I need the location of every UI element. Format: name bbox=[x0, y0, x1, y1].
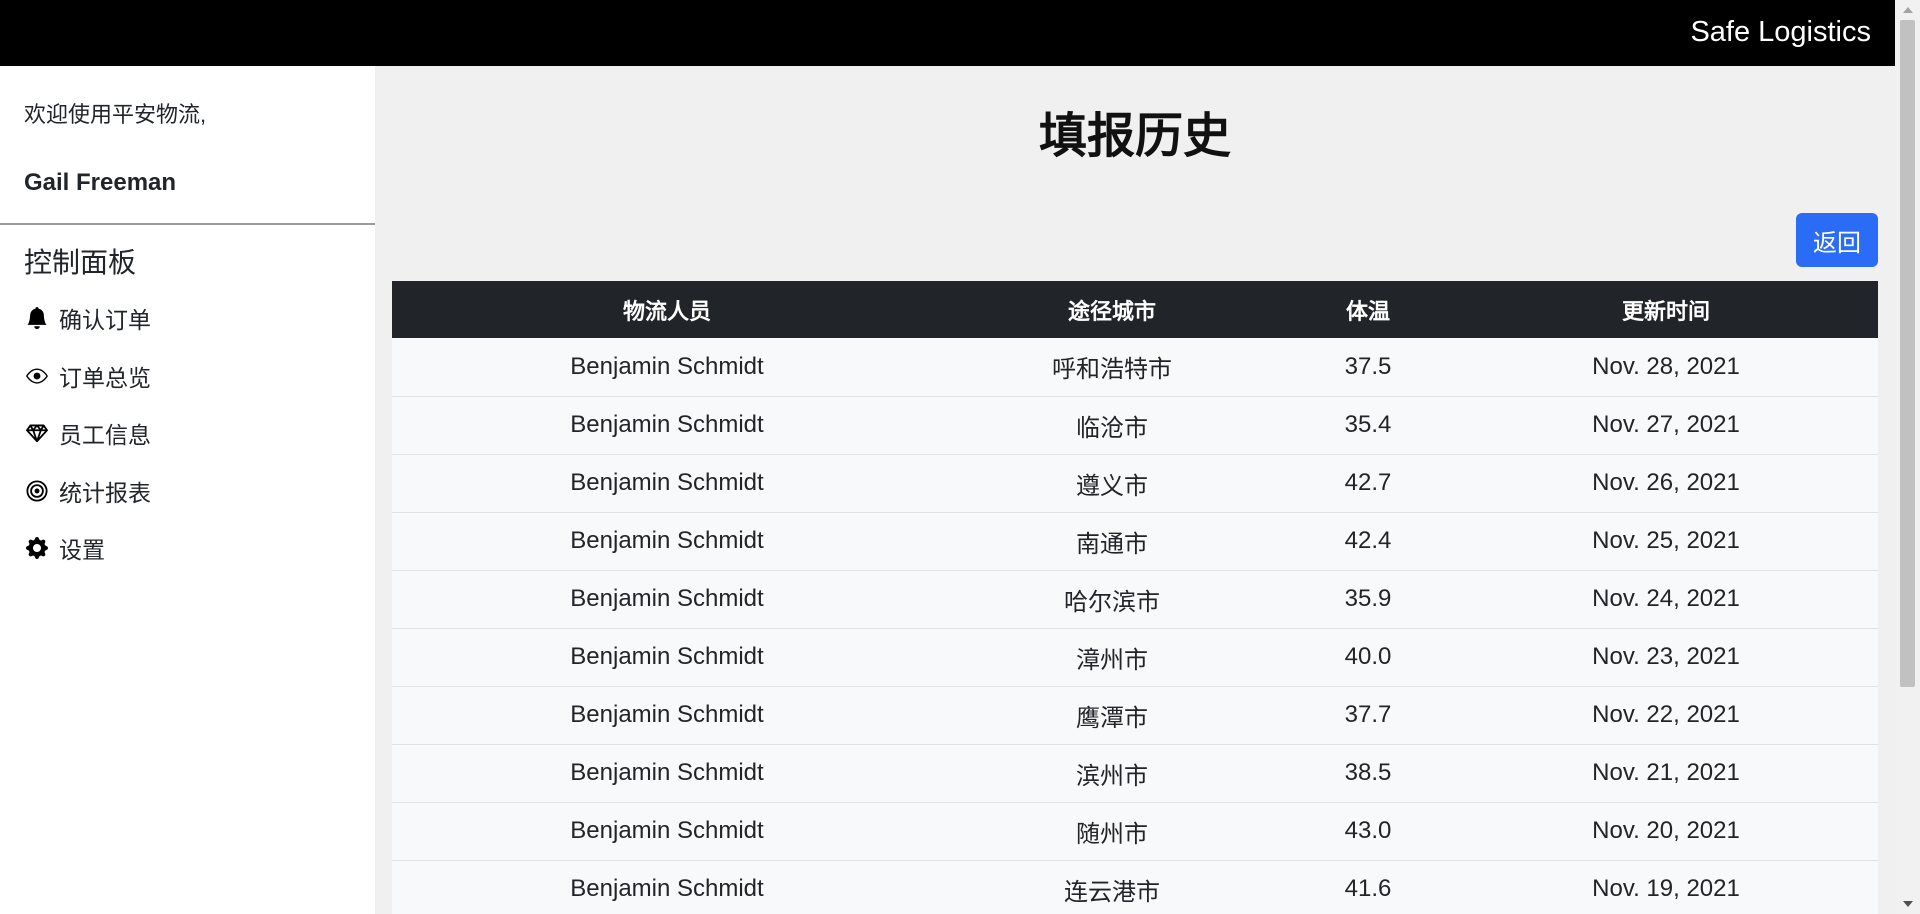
sidebar-item-label: 员工信息 bbox=[59, 422, 151, 448]
cell-city: 临沧市 bbox=[1076, 414, 1148, 442]
table-row: Benjamin Schmidt 鹰潭市 37.7 Nov. 22, 2021 bbox=[392, 686, 1878, 744]
cell-city: 哈尔滨市 bbox=[1064, 588, 1160, 616]
scroll-up-arrow-icon[interactable] bbox=[1895, 0, 1920, 20]
gear-icon bbox=[24, 535, 50, 561]
cell-city: 鹰潭市 bbox=[1076, 704, 1148, 732]
brand-link[interactable]: Safe Logistics bbox=[1690, 14, 1871, 50]
column-header-courier: 物流人员 bbox=[622, 298, 711, 324]
sidebar-item-statistics[interactable]: 统计报表 bbox=[24, 474, 151, 508]
table-body: Benjamin Schmidt 呼和浩特市 37.5 Nov. 28, 202… bbox=[392, 338, 1878, 914]
cell-courier: Benjamin Schmidt bbox=[570, 585, 764, 612]
cell-updated: Nov. 20, 2021 bbox=[1592, 817, 1740, 844]
cell-updated: Nov. 19, 2021 bbox=[1592, 875, 1740, 902]
cell-temperature: 42.4 bbox=[1344, 527, 1392, 554]
cell-courier: Benjamin Schmidt bbox=[570, 527, 764, 554]
cell-city: 滨州市 bbox=[1076, 762, 1148, 790]
sidebar-item-label: 订单总览 bbox=[59, 365, 151, 391]
page-title: 填报历史 bbox=[1038, 110, 1231, 163]
sidebar-item-label: 设置 bbox=[59, 537, 105, 563]
table-row: Benjamin Schmidt 漳州市 40.0 Nov. 23, 2021 bbox=[392, 628, 1878, 686]
cell-city: 连云港市 bbox=[1064, 878, 1160, 906]
cell-temperature: 35.9 bbox=[1344, 585, 1392, 612]
column-header-city: 途径城市 bbox=[1067, 298, 1156, 324]
welcome-text: 欢迎使用平安物流, bbox=[24, 102, 207, 127]
cell-updated: Nov. 27, 2021 bbox=[1592, 411, 1740, 438]
table-row: Benjamin Schmidt 随州市 43.0 Nov. 20, 2021 bbox=[392, 802, 1878, 860]
cell-courier: Benjamin Schmidt bbox=[570, 701, 764, 728]
cell-temperature: 37.7 bbox=[1344, 701, 1392, 728]
table-row: Benjamin Schmidt 呼和浩特市 37.5 Nov. 28, 202… bbox=[392, 338, 1878, 396]
sidebar-divider bbox=[0, 223, 375, 225]
cell-city: 随州市 bbox=[1076, 820, 1148, 848]
table-row: Benjamin Schmidt 南通市 42.4 Nov. 25, 2021 bbox=[392, 512, 1878, 570]
cell-temperature: 43.0 bbox=[1344, 817, 1392, 844]
column-header-temperature: 体温 bbox=[1345, 298, 1390, 324]
table-row: Benjamin Schmidt 遵义市 42.7 Nov. 26, 2021 bbox=[392, 454, 1878, 512]
sidebar-item-label: 统计报表 bbox=[59, 480, 151, 506]
cell-city: 南通市 bbox=[1076, 530, 1148, 558]
cell-courier: Benjamin Schmidt bbox=[570, 411, 764, 438]
sidebar-item-confirm-orders[interactable]: 确认订单 bbox=[24, 301, 151, 335]
cell-courier: Benjamin Schmidt bbox=[570, 817, 764, 844]
history-table-container: 物流人员 途径城市 体温 更新时间 Benjamin Schmidt 呼和浩特市… bbox=[392, 281, 1878, 914]
cell-updated: Nov. 25, 2021 bbox=[1592, 527, 1740, 554]
cell-temperature: 41.6 bbox=[1344, 875, 1392, 902]
cell-temperature: 42.7 bbox=[1344, 469, 1392, 496]
table-row: Benjamin Schmidt 哈尔滨市 35.9 Nov. 24, 2021 bbox=[392, 570, 1878, 628]
bullseye-icon bbox=[24, 478, 50, 504]
back-button[interactable]: 返回 bbox=[1796, 213, 1878, 267]
cell-temperature: 40.0 bbox=[1344, 643, 1392, 670]
cell-updated: Nov. 21, 2021 bbox=[1592, 759, 1740, 786]
cell-city: 漳州市 bbox=[1076, 646, 1148, 674]
table-row: Benjamin Schmidt 滨州市 38.5 Nov. 21, 2021 bbox=[392, 744, 1878, 802]
cell-updated: Nov. 23, 2021 bbox=[1592, 643, 1740, 670]
scroll-down-arrow-icon[interactable] bbox=[1895, 894, 1920, 914]
table-row: Benjamin Schmidt 连云港市 41.6 Nov. 19, 2021 bbox=[392, 860, 1878, 914]
cell-updated: Nov. 26, 2021 bbox=[1592, 469, 1740, 496]
cell-courier: Benjamin Schmidt bbox=[570, 352, 764, 380]
cell-courier: Benjamin Schmidt bbox=[570, 875, 764, 902]
column-header-updated: 更新时间 bbox=[1621, 298, 1710, 324]
cell-city: 呼和浩特市 bbox=[1052, 356, 1172, 384]
sidebar-item-order-overview[interactable]: 订单总览 bbox=[24, 359, 151, 393]
cell-courier: Benjamin Schmidt bbox=[570, 469, 764, 496]
cell-courier: Benjamin Schmidt bbox=[570, 643, 764, 670]
cell-updated: Nov. 22, 2021 bbox=[1592, 701, 1740, 728]
bell-icon bbox=[24, 305, 50, 331]
history-table: 物流人员 途径城市 体温 更新时间 Benjamin Schmidt 呼和浩特市… bbox=[392, 281, 1878, 914]
table-header-row: 物流人员 途径城市 体温 更新时间 bbox=[392, 281, 1878, 338]
cell-temperature: 35.4 bbox=[1344, 411, 1392, 438]
cell-city: 遵义市 bbox=[1076, 472, 1148, 500]
cell-updated: Nov. 28, 2021 bbox=[1592, 352, 1740, 380]
sidebar-heading: 控制面板 bbox=[24, 247, 137, 278]
sidebar-item-settings[interactable]: 设置 bbox=[24, 531, 105, 565]
sidebar: 欢迎使用平安物流, Gail Freeman 控制面板 确认订单 订单总览 员工… bbox=[0, 66, 375, 914]
sidebar-item-label: 确认订单 bbox=[59, 307, 151, 333]
table-row: Benjamin Schmidt 临沧市 35.4 Nov. 27, 2021 bbox=[392, 396, 1878, 454]
cell-temperature: 38.5 bbox=[1344, 759, 1392, 786]
gem-icon bbox=[24, 420, 50, 446]
main-content: 填报历史 返回 物流人员 途径城市 体温 更新时间 Benjamin Schmi… bbox=[375, 66, 1895, 914]
sidebar-item-staff-info[interactable]: 员工信息 bbox=[24, 416, 151, 450]
top-navbar: Safe Logistics bbox=[0, 0, 1895, 66]
cell-updated: Nov. 24, 2021 bbox=[1592, 585, 1740, 612]
cell-courier: Benjamin Schmidt bbox=[570, 759, 764, 786]
eye-icon bbox=[24, 363, 50, 389]
page-scrollbar[interactable] bbox=[1895, 0, 1920, 914]
user-name: Gail Freeman bbox=[24, 169, 177, 196]
scrollbar-thumb[interactable] bbox=[1900, 20, 1915, 687]
cell-temperature: 37.5 bbox=[1344, 352, 1392, 380]
